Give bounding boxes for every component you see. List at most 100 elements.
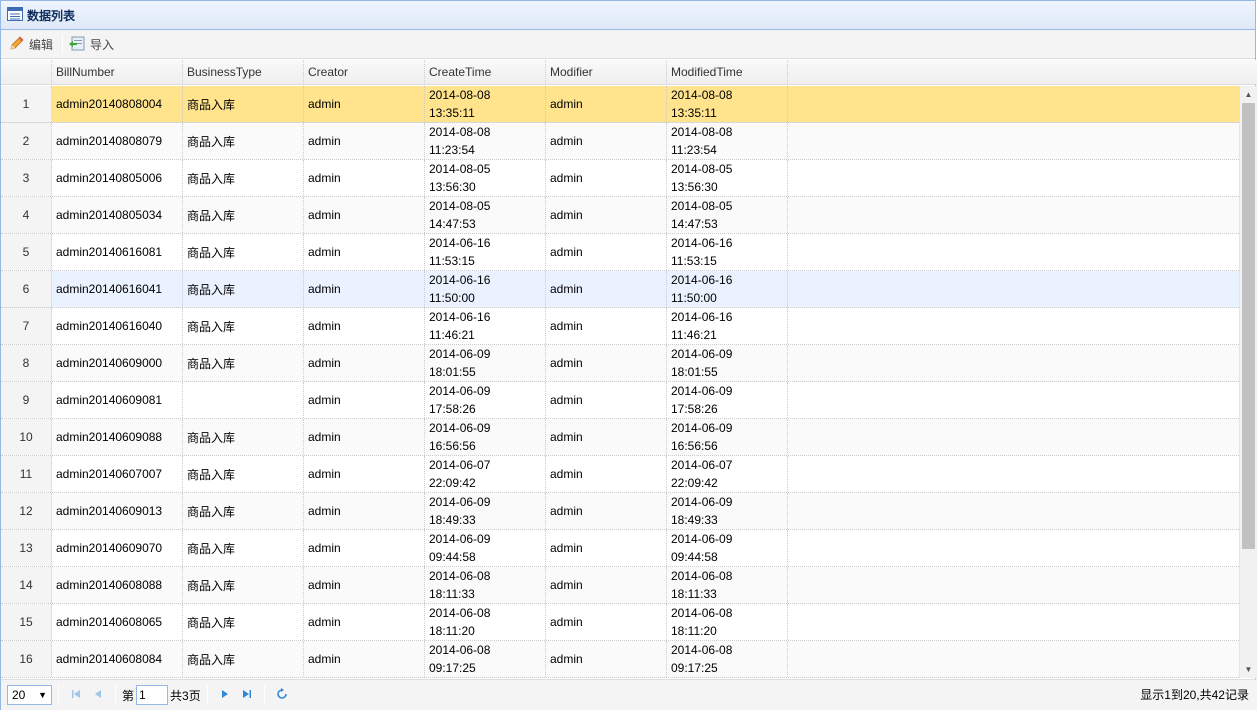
cell-modifiedtime: 2014-08-08 11:23:54 [667, 123, 788, 159]
createtime-time: 13:56:30 [429, 180, 476, 194]
cell-billnumber: admin20140616081 [52, 234, 183, 270]
row-number: 14 [1, 567, 52, 603]
row-number: 15 [1, 604, 52, 640]
scroll-up-icon[interactable]: ▲ [1240, 86, 1257, 103]
table-row[interactable]: 2 admin20140808079 商品入库 admin 2014-08-08 11:2… [1, 123, 1239, 160]
scroll-down-icon[interactable]: ▼ [1240, 661, 1257, 678]
cell-modifier: admin [546, 308, 667, 344]
cell-businesstype: 商品入库 [183, 641, 304, 677]
cell-creator: admin [304, 567, 425, 603]
toolbar: 编辑 导入 [1, 30, 1255, 59]
page-prefix: 第 [122, 688, 135, 703]
modifiedtime-time: 11:46:21 [671, 328, 717, 342]
createtime-time: 22:09:42 [429, 476, 476, 490]
chevron-down-icon: ▼ [38, 690, 47, 700]
table-row[interactable]: 9 admin20140609081 admin 2014-06-09 17:58:26… [1, 382, 1239, 419]
modifiedtime-time: 11:23:54 [671, 143, 717, 157]
vertical-scrollbar[interactable]: ▲ ▼ [1239, 86, 1257, 678]
import-button[interactable]: 导入 [66, 33, 120, 55]
createtime-time: 18:11:33 [429, 587, 475, 601]
cell-businesstype: 商品入库 [183, 308, 304, 344]
page-size-select[interactable]: 20 ▼ [7, 685, 52, 705]
page-number-input[interactable] [136, 685, 169, 705]
cell-modifiedtime: 2014-06-16 11:50:00 [667, 271, 788, 307]
page-size-value: 20 [12, 688, 26, 702]
cell-businesstype: 商品入库 [183, 456, 304, 492]
next-page-button[interactable] [214, 684, 236, 706]
row-number: 8 [1, 345, 52, 381]
row-number: 7 [1, 308, 52, 344]
row-number: 10 [1, 419, 52, 455]
scrollbar-thumb[interactable] [1242, 103, 1255, 549]
createtime-date: 2014-06-16 [429, 273, 491, 287]
cell-modifiedtime: 2014-06-09 16:56:56 [667, 419, 788, 455]
cell-modifiedtime: 2014-06-08 09:17:25 [667, 641, 788, 677]
cell-creator: admin [304, 419, 425, 455]
table-row[interactable]: 8 admin20140609000 商品入库 admin 2014-06-09 18:0… [1, 345, 1239, 382]
table-row[interactable]: 10 admin20140609088 商品入库 admin 2014-06-09 16:… [1, 419, 1239, 456]
header-businesstype[interactable]: BusinessType [183, 60, 304, 85]
prev-page-button[interactable] [87, 684, 109, 706]
modifiedtime-time: 18:01:55 [671, 365, 718, 379]
table-row[interactable]: 7 admin20140616040 商品入库 admin 2014-06-16 11:4… [1, 308, 1239, 345]
createtime-time: 18:49:33 [429, 513, 476, 527]
cell-businesstype: 商品入库 [183, 271, 304, 307]
table-row[interactable]: 16 admin20140608084 商品入库 admin 2014-06-08 09:… [1, 641, 1239, 678]
last-page-button[interactable] [236, 684, 258, 706]
cell-createtime: 2014-06-16 11:53:15 [425, 234, 546, 270]
cell-billnumber: admin20140609088 [52, 419, 183, 455]
data-grid: BillNumber BusinessType Creator CreateTi… [1, 60, 1257, 678]
modifiedtime-date: 2014-06-16 [671, 273, 733, 287]
first-page-button[interactable] [65, 684, 87, 706]
cell-billnumber: admin20140805006 [52, 160, 183, 196]
cell-modifiedtime: 2014-08-08 13:35:11 [667, 86, 788, 122]
modifiedtime-time: 11:50:00 [671, 291, 717, 305]
table-row[interactable]: 14 admin20140608088 商品入库 admin 2014-06-08 18:… [1, 567, 1239, 604]
modifiedtime-date: 2014-06-09 [671, 384, 733, 398]
row-number: 13 [1, 530, 52, 566]
cell-createtime: 2014-06-08 18:11:20 [425, 604, 546, 640]
table-row[interactable]: 1 admin20140808004 商品入库 admin 2014-08-08 13:3… [1, 86, 1239, 123]
prev-page-icon [92, 688, 104, 703]
table-row[interactable]: 15 admin20140608065 商品入库 admin 2014-06-08 18:… [1, 604, 1239, 641]
table-row[interactable]: 6 admin20140616041 商品入库 admin 2014-06-16 11:5… [1, 271, 1239, 308]
createtime-date: 2014-06-09 [429, 421, 491, 435]
cell-modifiedtime: 2014-08-05 14:47:53 [667, 197, 788, 233]
header-createtime[interactable]: CreateTime [425, 60, 546, 85]
table-row[interactable]: 3 admin20140805006 商品入库 admin 2014-08-05 13:5… [1, 160, 1239, 197]
table-row[interactable]: 12 admin20140609013 商品入库 admin 2014-06-09 18:… [1, 493, 1239, 530]
cell-creator: admin [304, 123, 425, 159]
header-modifiedtime[interactable]: ModifiedTime [667, 60, 788, 85]
createtime-time: 11:50:00 [429, 291, 475, 305]
refresh-button[interactable] [271, 684, 293, 706]
cell-modifiedtime: 2014-06-09 09:44:58 [667, 530, 788, 566]
cell-modifier: admin [546, 345, 667, 381]
cell-modifiedtime: 2014-06-07 22:09:42 [667, 456, 788, 492]
row-number: 12 [1, 493, 52, 529]
cell-billnumber: admin20140616041 [52, 271, 183, 307]
table-row[interactable]: 4 admin20140805034 商品入库 admin 2014-08-05 14:4… [1, 197, 1239, 234]
cell-createtime: 2014-06-09 09:44:58 [425, 530, 546, 566]
panel-title: 数据列表 [27, 8, 76, 23]
createtime-date: 2014-06-07 [429, 458, 491, 472]
modifiedtime-date: 2014-06-09 [671, 532, 733, 546]
cell-billnumber: admin20140608084 [52, 641, 183, 677]
header-billnumber[interactable]: BillNumber [52, 60, 183, 85]
cell-creator: admin [304, 530, 425, 566]
next-page-icon [219, 688, 231, 703]
table-row[interactable]: 13 admin20140609070 商品入库 admin 2014-06-09 09:… [1, 530, 1239, 567]
header-modifier[interactable]: Modifier [546, 60, 667, 85]
cell-billnumber: admin20140607007 [52, 456, 183, 492]
table-row[interactable]: 11 admin20140607007 商品入库 admin 2014-06-07 22:… [1, 456, 1239, 493]
createtime-date: 2014-06-09 [429, 532, 491, 546]
cell-billnumber: admin20140616040 [52, 308, 183, 344]
cell-billnumber: admin20140608088 [52, 567, 183, 603]
edit-button[interactable]: 编辑 [7, 33, 59, 55]
header-creator[interactable]: Creator [304, 60, 425, 85]
modifiedtime-time: 13:56:30 [671, 180, 718, 194]
cell-billnumber: admin20140805034 [52, 197, 183, 233]
cell-creator: admin [304, 493, 425, 529]
createtime-time: 11:23:54 [429, 143, 475, 157]
modifiedtime-time: 09:44:58 [671, 550, 718, 564]
table-row[interactable]: 5 admin20140616081 商品入库 admin 2014-06-16 11:5… [1, 234, 1239, 271]
